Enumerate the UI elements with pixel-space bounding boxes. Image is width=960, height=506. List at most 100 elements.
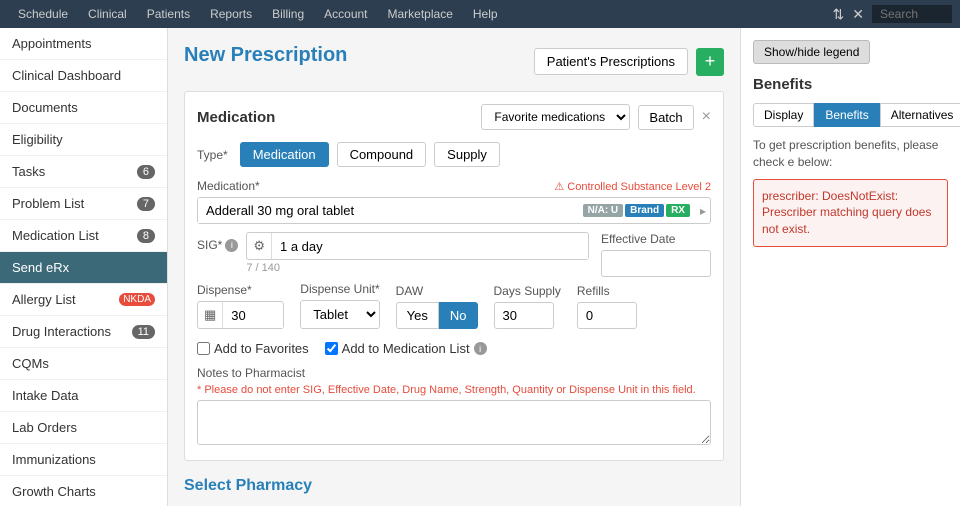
nav-account[interactable]: Account bbox=[314, 0, 377, 28]
arrow-right-icon: ▸ bbox=[696, 204, 710, 218]
favorite-medications-select[interactable]: Favorite medications bbox=[481, 104, 630, 130]
top-nav: Schedule Clinical Patients Reports Billi… bbox=[0, 0, 960, 28]
effective-date-input[interactable] bbox=[601, 250, 711, 277]
sidebar-item-drug-interactions[interactable]: Drug Interactions 11 bbox=[0, 316, 167, 348]
sidebar-item-medication-list[interactable]: Medication List 8 bbox=[0, 220, 167, 252]
sig-label: SIG* i bbox=[197, 232, 238, 252]
resize-icon[interactable]: ⇅ bbox=[833, 6, 845, 23]
dispense-field: Dispense* ▦ bbox=[197, 283, 284, 329]
benefits-tab-display[interactable]: Display bbox=[753, 103, 814, 127]
sidebar-item-clinical-dashboard[interactable]: Clinical Dashboard bbox=[0, 60, 167, 92]
notes-textarea[interactable] bbox=[197, 400, 711, 445]
type-row: Type* Medication Compound Supply bbox=[197, 142, 711, 167]
medication-card-title: Medication bbox=[197, 109, 275, 126]
sidebar-item-cqms[interactable]: CQMs bbox=[0, 348, 167, 380]
sidebar-item-send-erx[interactable]: Send eRx bbox=[0, 252, 167, 284]
daw-field: DAW Yes No bbox=[396, 284, 478, 329]
dispense-row: Dispense* ▦ Dispense Unit* Tablet DAW bbox=[197, 282, 711, 329]
sig-gear-icon[interactable]: ⚙ bbox=[247, 233, 272, 259]
dispense-unit-field: Dispense Unit* Tablet bbox=[300, 282, 379, 329]
benefits-error: prescriber: DoesNotExist: Prescriber mat… bbox=[753, 179, 948, 247]
days-supply-input[interactable] bbox=[494, 302, 554, 329]
main-content: New Prescription Patient's Prescriptions… bbox=[168, 28, 740, 506]
days-supply-label: Days Supply bbox=[494, 284, 561, 298]
benefits-tabs: Display Benefits Alternatives Copay bbox=[753, 103, 948, 127]
nav-marketplace[interactable]: Marketplace bbox=[378, 0, 463, 28]
controlled-substance-warning: ⚠ Controlled Substance Level 2 bbox=[554, 180, 711, 193]
notes-label: Notes to Pharmacist bbox=[197, 366, 711, 380]
medication-list-info-icon: i bbox=[474, 342, 487, 355]
benefits-description: To get prescription benefits, please che… bbox=[753, 137, 948, 171]
nav-billing[interactable]: Billing bbox=[262, 0, 314, 28]
daw-buttons: Yes No bbox=[396, 302, 478, 329]
refills-label: Refills bbox=[577, 284, 637, 298]
nav-help[interactable]: Help bbox=[463, 0, 508, 28]
medication-input[interactable] bbox=[198, 198, 583, 223]
check-row: Add to Favorites Add to Medication List … bbox=[197, 341, 711, 356]
effective-date-label: Effective Date bbox=[601, 232, 711, 246]
refills-input[interactable] bbox=[577, 302, 637, 329]
calendar-icon: ▦ bbox=[198, 302, 223, 328]
effective-date-field: Effective Date bbox=[601, 232, 711, 278]
sidebar-item-appointments[interactable]: Appointments bbox=[0, 28, 167, 60]
sidebar: Appointments Clinical Dashboard Document… bbox=[0, 28, 168, 506]
sidebar-item-documents[interactable]: Documents bbox=[0, 92, 167, 124]
sidebar-item-problem-list[interactable]: Problem List 7 bbox=[0, 188, 167, 220]
sidebar-item-tasks[interactable]: Tasks 6 bbox=[0, 156, 167, 188]
badge-na-u: N/A: U bbox=[583, 204, 624, 217]
add-to-medication-list-label[interactable]: Add to Medication List i bbox=[325, 341, 487, 356]
medication-input-row: N/A: U Brand RX ▸ bbox=[197, 197, 711, 224]
dispense-label: Dispense* bbox=[197, 283, 284, 297]
sidebar-item-lab-orders[interactable]: Lab Orders bbox=[0, 412, 167, 444]
batch-button[interactable]: Batch bbox=[638, 105, 693, 130]
patient-prescriptions-button[interactable]: Patient's Prescriptions bbox=[534, 48, 688, 75]
sig-row: SIG* i ⚙ 7 / 140 bbox=[197, 232, 589, 274]
add-prescription-button[interactable]: + bbox=[696, 48, 724, 76]
sig-counter: 7 / 140 bbox=[246, 262, 589, 274]
legend-button[interactable]: Show/hide legend bbox=[753, 40, 870, 64]
select-pharmacy-title: Select Pharmacy bbox=[184, 477, 724, 495]
search-input[interactable] bbox=[872, 5, 952, 23]
benefits-title: Benefits bbox=[753, 76, 948, 93]
dispense-unit-label: Dispense Unit* bbox=[300, 282, 379, 296]
dispense-unit-select[interactable]: Tablet bbox=[300, 300, 379, 329]
dispense-input[interactable] bbox=[223, 303, 283, 328]
medication-card-controls: Favorite medications Batch × bbox=[481, 104, 711, 130]
sidebar-item-eligibility[interactable]: Eligibility bbox=[0, 124, 167, 156]
sidebar-item-intake-data[interactable]: Intake Data bbox=[0, 380, 167, 412]
dispense-input-wrap: ▦ bbox=[197, 301, 284, 329]
nav-clinical[interactable]: Clinical bbox=[78, 0, 137, 28]
drug-interactions-badge: 11 bbox=[132, 325, 155, 339]
sig-info-icon: i bbox=[225, 239, 238, 252]
nav-patients[interactable]: Patients bbox=[137, 0, 200, 28]
nav-schedule[interactable]: Schedule bbox=[8, 0, 78, 28]
sig-text-input[interactable] bbox=[272, 234, 588, 259]
add-to-favorites-checkbox[interactable] bbox=[197, 342, 210, 355]
nav-icons: ⇅ ✕ bbox=[833, 5, 952, 23]
nav-reports[interactable]: Reports bbox=[200, 0, 262, 28]
badge-brand: Brand bbox=[625, 204, 664, 217]
type-compound-button[interactable]: Compound bbox=[337, 142, 427, 167]
main-layout: Appointments Clinical Dashboard Document… bbox=[0, 28, 960, 506]
sidebar-item-allergy-list[interactable]: Allergy List NKDA bbox=[0, 284, 167, 316]
close-card-button[interactable]: × bbox=[702, 108, 711, 126]
type-label: Type* bbox=[197, 148, 228, 162]
refills-field: Refills bbox=[577, 284, 637, 329]
type-supply-button[interactable]: Supply bbox=[434, 142, 500, 167]
page-title: New Prescription bbox=[184, 44, 347, 67]
problem-list-badge: 7 bbox=[137, 197, 155, 211]
benefits-tab-benefits[interactable]: Benefits bbox=[814, 103, 879, 127]
medication-field-label: Medication* bbox=[197, 179, 260, 193]
daw-label: DAW bbox=[396, 284, 478, 298]
sidebar-item-growth-charts[interactable]: Growth Charts bbox=[0, 476, 167, 506]
sidebar-item-immunizations[interactable]: Immunizations bbox=[0, 444, 167, 476]
add-to-favorites-label[interactable]: Add to Favorites bbox=[197, 341, 309, 356]
tasks-badge: 6 bbox=[137, 165, 155, 179]
add-to-medication-list-checkbox[interactable] bbox=[325, 342, 338, 355]
daw-yes-button[interactable]: Yes bbox=[396, 302, 439, 329]
type-medication-button[interactable]: Medication bbox=[240, 142, 329, 167]
sig-input-row: ⚙ bbox=[246, 232, 589, 260]
close-icon[interactable]: ✕ bbox=[852, 6, 864, 23]
benefits-tab-alternatives[interactable]: Alternatives bbox=[880, 103, 960, 127]
daw-no-button[interactable]: No bbox=[439, 302, 478, 329]
